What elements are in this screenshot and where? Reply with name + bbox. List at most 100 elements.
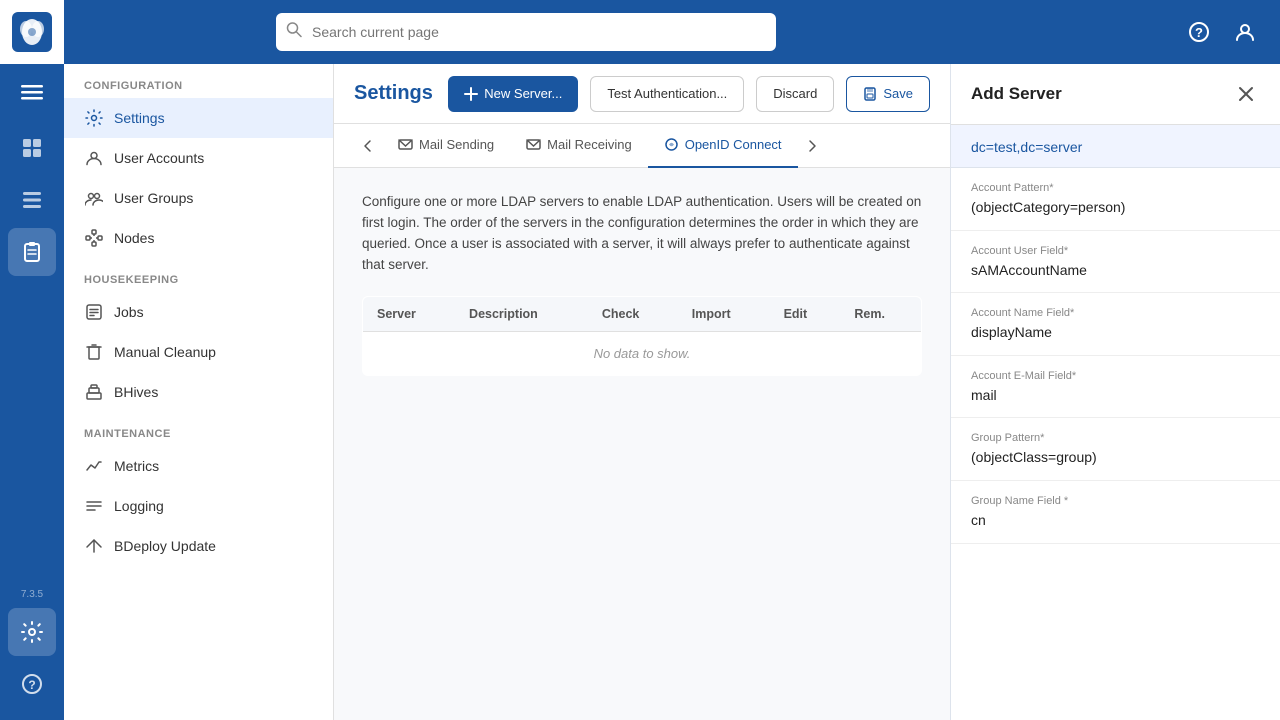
- col-check: Check: [588, 296, 678, 331]
- user-button[interactable]: [1226, 13, 1264, 51]
- sidebar-item-user-groups[interactable]: User Groups: [64, 178, 333, 218]
- hamburger-menu-button[interactable]: [0, 68, 64, 116]
- discard-button[interactable]: Discard: [756, 76, 834, 112]
- col-edit: Edit: [770, 296, 841, 331]
- page-title: Settings: [354, 82, 436, 105]
- icon-bar: 7.3.5 ?: [0, 0, 64, 720]
- sidebar-item-nodes-label: Nodes: [114, 230, 154, 246]
- main-area: ? Configuration Settings User Accounts: [64, 0, 1280, 720]
- field-account-email-label: Account E-Mail Field*: [971, 370, 1260, 382]
- add-server-panel: Add Server dc=test,dc=server Account Pat…: [950, 64, 1280, 720]
- tab-mail-receiving[interactable]: Mail Receiving: [510, 124, 648, 168]
- tab-openid-connect-label: OpenID Connect: [685, 137, 782, 152]
- field-group-pattern: Group Pattern* (objectClass=group): [951, 418, 1280, 481]
- icon-bar-bottom: 7.3.5 ?: [8, 589, 56, 720]
- panel-description: Configure one or more LDAP servers to en…: [362, 192, 922, 276]
- cleanup-icon: [84, 342, 104, 362]
- tab-nav-next[interactable]: [798, 132, 826, 160]
- bhives-icon: [84, 382, 104, 402]
- settings-bottom-button[interactable]: [8, 608, 56, 656]
- add-server-title: Add Server: [971, 84, 1062, 104]
- col-description: Description: [455, 296, 588, 331]
- col-import: Import: [678, 296, 770, 331]
- new-server-label: New Server...: [484, 86, 562, 101]
- sidebar-item-metrics[interactable]: Metrics: [64, 446, 333, 486]
- svg-text:?: ?: [28, 678, 35, 692]
- field-account-name-field: Account Name Field* displayName: [951, 293, 1280, 356]
- topbar: ?: [64, 0, 1280, 64]
- sidebar-item-user-accounts[interactable]: User Accounts: [64, 138, 333, 178]
- data-table: Server Description Check Import Edit Rem…: [362, 296, 922, 376]
- sidebar-section-configuration: Configuration: [64, 64, 333, 98]
- nav-item-grid[interactable]: [8, 124, 56, 172]
- help-button[interactable]: ?: [1180, 13, 1218, 51]
- test-auth-label: Test Authentication...: [607, 86, 727, 101]
- sidebar-item-logging[interactable]: Logging: [64, 486, 333, 526]
- field-account-pattern: Account Pattern* (objectCategory=person): [951, 168, 1280, 231]
- field-account-pattern-label: Account Pattern*: [971, 182, 1260, 194]
- search-input[interactable]: [276, 13, 776, 51]
- save-button[interactable]: Save: [846, 76, 930, 112]
- discard-label: Discard: [773, 86, 817, 101]
- app-logo: [0, 0, 64, 64]
- user-accounts-icon: [84, 148, 104, 168]
- search-wrapper: [276, 13, 776, 51]
- new-server-button[interactable]: New Server...: [448, 76, 578, 112]
- tab-nav-prev[interactable]: [354, 132, 382, 160]
- logging-icon: [84, 496, 104, 516]
- test-auth-button[interactable]: Test Authentication...: [590, 76, 744, 112]
- field-server-url-value: dc=test,dc=server: [971, 139, 1260, 155]
- topbar-right: ?: [1180, 13, 1264, 51]
- tab-mail-sending-label: Mail Sending: [419, 137, 494, 152]
- nodes-icon: [84, 228, 104, 248]
- save-label: Save: [883, 86, 913, 101]
- user-groups-icon: [84, 188, 104, 208]
- field-account-user-label: Account User Field*: [971, 245, 1260, 257]
- jobs-icon: [84, 302, 104, 322]
- field-account-email-field: Account E-Mail Field* mail: [951, 356, 1280, 419]
- settings-icon: [84, 108, 104, 128]
- field-account-name-label: Account Name Field*: [971, 307, 1260, 319]
- sidebar-item-bdeploy-update-label: BDeploy Update: [114, 538, 216, 554]
- nav-item-clipboard[interactable]: [8, 228, 56, 276]
- sidebar-section-maintenance: Maintenance: [64, 412, 333, 446]
- update-icon: [84, 536, 104, 556]
- sidebar-item-bdeploy-update[interactable]: BDeploy Update: [64, 526, 333, 566]
- sidebar-item-settings-label: Settings: [114, 110, 165, 126]
- sidebar-section-housekeeping: Housekeeping: [64, 258, 333, 292]
- field-account-user-value: sAMAccountName: [971, 261, 1260, 281]
- sidebar-item-logging-label: Logging: [114, 498, 164, 514]
- sidebar-item-bhives[interactable]: BHives: [64, 372, 333, 412]
- field-group-name-field: Group Name Field * cn: [951, 481, 1280, 544]
- add-server-body: dc=test,dc=server Account Pattern* (obje…: [951, 125, 1280, 720]
- help-bottom-button[interactable]: ?: [8, 660, 56, 708]
- sidebar-item-jobs[interactable]: Jobs: [64, 292, 333, 332]
- col-rem: Rem.: [840, 296, 921, 331]
- sidebar-item-metrics-label: Metrics: [114, 458, 159, 474]
- tab-mail-receiving-label: Mail Receiving: [547, 137, 632, 152]
- sidebar-item-user-accounts-label: User Accounts: [114, 150, 204, 166]
- sidebar: Configuration Settings User Accounts Use…: [64, 64, 334, 720]
- tab-mail-sending[interactable]: Mail Sending: [382, 124, 510, 168]
- field-account-user-field: Account User Field* sAMAccountName: [951, 231, 1280, 294]
- tabs-bar: Mail Sending Mail Receiving OpenID Conne…: [334, 124, 950, 168]
- tab-openid-connect[interactable]: OpenID Connect: [648, 124, 798, 168]
- close-panel-button[interactable]: [1232, 80, 1260, 108]
- sidebar-item-bhives-label: BHives: [114, 384, 158, 400]
- field-group-name-value: cn: [971, 511, 1260, 531]
- col-server: Server: [363, 296, 456, 331]
- sidebar-item-nodes[interactable]: Nodes: [64, 218, 333, 258]
- field-account-pattern-value: (objectCategory=person): [971, 198, 1260, 218]
- field-group-pattern-value: (objectClass=group): [971, 448, 1260, 468]
- field-group-name-label: Group Name Field *: [971, 495, 1260, 507]
- sidebar-item-settings[interactable]: Settings: [64, 98, 333, 138]
- sidebar-item-manual-cleanup[interactable]: Manual Cleanup: [64, 332, 333, 372]
- panel-body: Configure one or more LDAP servers to en…: [334, 168, 950, 720]
- icon-bar-nav: [8, 124, 56, 589]
- nav-item-list[interactable]: [8, 176, 56, 224]
- metrics-icon: [84, 456, 104, 476]
- settings-header: Settings New Server... Test Authenticati…: [334, 64, 950, 124]
- version-label: 7.3.5: [21, 589, 43, 600]
- sidebar-item-manual-cleanup-label: Manual Cleanup: [114, 344, 216, 360]
- sidebar-item-jobs-label: Jobs: [114, 304, 144, 320]
